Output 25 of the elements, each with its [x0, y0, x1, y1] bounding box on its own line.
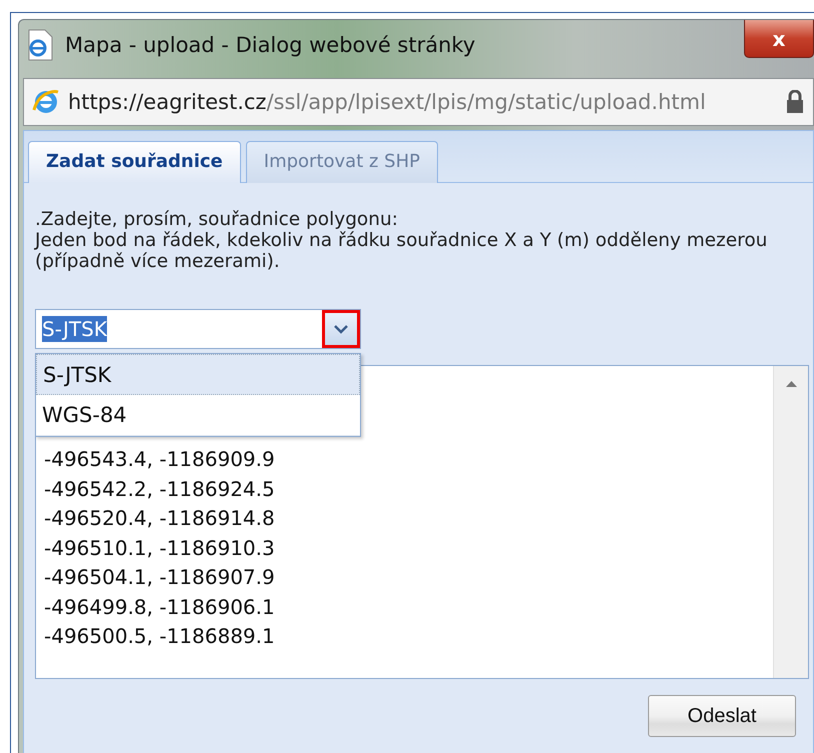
coordinate-line: -496510.1, -1186910.3: [44, 534, 275, 562]
selected-value: S-JTSK: [42, 316, 107, 342]
url-text: https://eagritest.cz/ssl/app/lpisext/lpis/mg/static/upload.html: [68, 90, 707, 114]
lock-icon: [785, 90, 805, 114]
scroll-up-arrow-icon[interactable]: [786, 380, 796, 387]
dropdown-option[interactable]: WGS-84: [36, 395, 360, 436]
coordinate-line: -496499.8, -1186906.1: [44, 594, 275, 620]
dropdown-option[interactable]: S-JTSK: [36, 354, 360, 395]
coordinate-system-dropdown[interactable]: S-JTSK: [35, 309, 361, 349]
address-bar[interactable]: https://eagritest.cz/ssl/app/lpisext/lpis/mg/static/upload.html: [23, 78, 814, 126]
coordinate-line: -496542.2, -1186924.5: [44, 476, 275, 502]
coordinate-line: -496504.1, -1186907.9: [44, 564, 275, 591]
dropdown-trigger[interactable]: [322, 310, 360, 348]
coordinate-line: -496520.4, -1186914.8: [44, 505, 275, 532]
scrollbar[interactable]: [773, 366, 808, 678]
close-button[interactable]: x: [744, 20, 814, 58]
coordinate-line: -496543.4, -1186909.9: [44, 446, 275, 473]
submit-button[interactable]: Odeslat: [648, 695, 796, 737]
window-title: Mapa - upload - Dialog webové stránky: [65, 33, 476, 57]
instruction-text: .Zadejte, prosím, souřadnice polygonu:: [35, 209, 399, 230]
tab[interactable]: Zadat souřadnice: [28, 141, 241, 183]
coordinate-line: -496500.5, -1186889.1: [44, 623, 275, 650]
instruction-text: Jeden bod na řádek, kdekoliv na řádku souřadnice X a Y (m) odděleny mezerou (případně více mezerami).: [35, 230, 768, 272]
browser-logo-icon: [32, 88, 60, 116]
chevron-down-icon: [334, 324, 348, 334]
